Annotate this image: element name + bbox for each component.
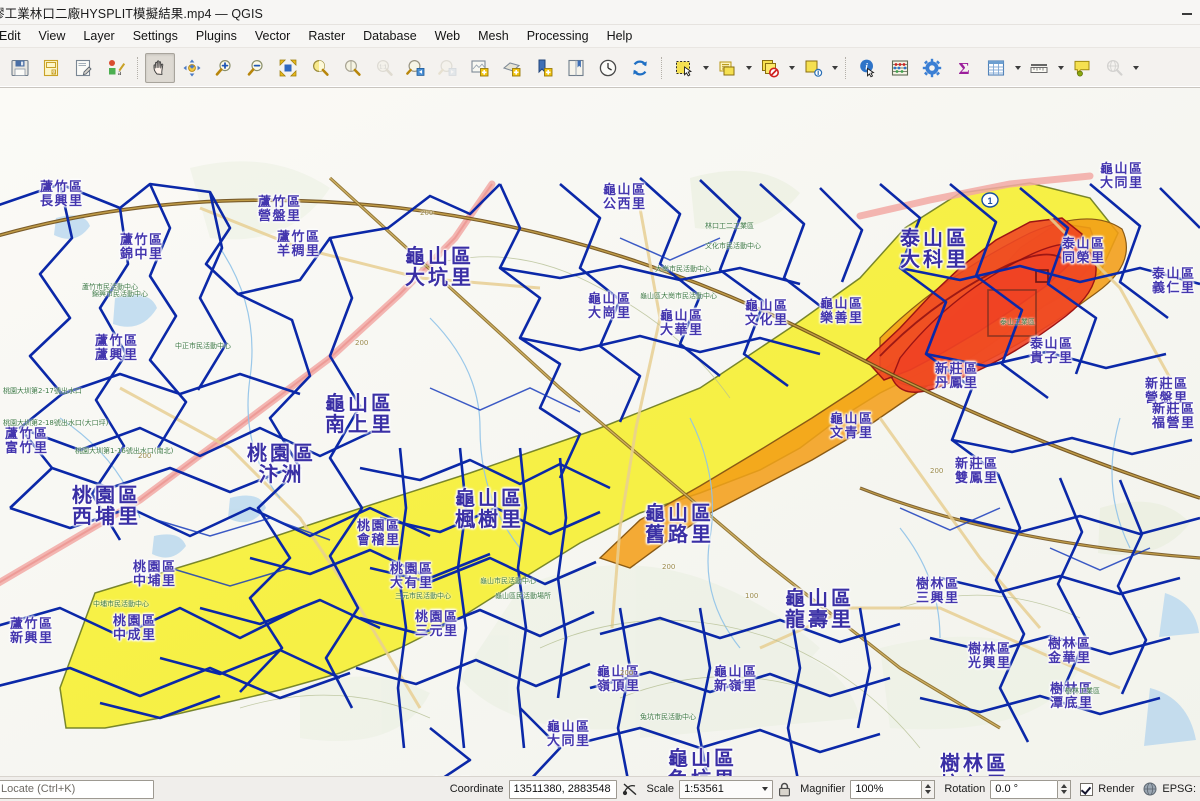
rotation-input[interactable]: 0.0 ° (990, 779, 1059, 799)
toolbar-separator (661, 56, 663, 79)
magnifier-value: 100% (855, 783, 884, 795)
scale-value: 1:53561 (684, 783, 724, 795)
coordinate-input[interactable]: 13511380, 2883548 (508, 779, 617, 799)
select-all-icon[interactable] (798, 53, 828, 83)
svg-text:1:1: 1:1 (379, 64, 387, 70)
menu-item-edit[interactable]: Edit (0, 27, 30, 46)
select-value-icon[interactable] (712, 53, 742, 83)
zoom-selection-icon[interactable] (305, 53, 335, 83)
measure-icon[interactable] (885, 53, 915, 83)
new-map-view-icon[interactable] (465, 53, 495, 83)
minimize-button[interactable] (1182, 6, 1194, 18)
magnifier-spinner[interactable] (922, 779, 936, 799)
zoom-next-icon[interactable] (433, 53, 463, 83)
menu-item-help[interactable]: Help (598, 27, 642, 46)
title-bar: 膠工業林口二廠HYSPLIT模擬結果.mp4 — QGIS (0, 0, 1200, 25)
locate-input[interactable]: Locate (Ctrl+K) (0, 779, 154, 799)
toolbar-separator (137, 56, 139, 79)
menu-item-web[interactable]: Web (426, 27, 469, 46)
qgis-application-window: 膠工業林口二廠HYSPLIT模擬結果.mp4 — QGIS Edit View La… (0, 0, 1200, 801)
options-icon[interactable] (917, 53, 947, 83)
menu-item-raster[interactable]: Raster (299, 27, 354, 46)
select-features-dropdown-arrow[interactable] (700, 54, 711, 82)
deselect-dropdown-arrow[interactable] (786, 54, 797, 82)
toggle-extents-icon[interactable] (622, 782, 638, 796)
render-checkbox[interactable] (1080, 782, 1094, 796)
window-title: 膠工業林口二廠HYSPLIT模擬結果.mp4 — QGIS (0, 6, 263, 21)
zoom-full-icon[interactable] (273, 53, 303, 83)
pan-to-selection-icon[interactable] (177, 53, 207, 83)
lock-scale-icon[interactable] (778, 782, 791, 797)
refresh-icon[interactable] (625, 53, 655, 83)
scale-label: Scale (646, 783, 675, 795)
identify-features-icon[interactable]: i (853, 53, 883, 83)
scale-group: Scale 1:53561 (646, 779, 792, 799)
rotation-spinner[interactable] (1058, 779, 1072, 799)
attribute-table-icon[interactable] (981, 53, 1011, 83)
route-shield-1: 1 (981, 192, 999, 208)
coordinate-label: Coordinate (449, 783, 504, 795)
crs-group[interactable]: EPSG: (1143, 782, 1196, 796)
window-controls (1182, 0, 1194, 24)
zoom-last-icon[interactable] (401, 53, 431, 83)
new-bookmark-icon[interactable] (529, 53, 559, 83)
zoom-out-icon[interactable] (241, 53, 271, 83)
zoom-native-icon[interactable]: 1:1 (369, 53, 399, 83)
measure-bar-icon[interactable] (1024, 53, 1054, 83)
map-tips-icon[interactable] (1067, 53, 1097, 83)
statistical-summary-icon[interactable]: Σ (949, 53, 979, 83)
svg-text:1: 1 (987, 196, 992, 206)
temporal-controller-icon[interactable] (593, 53, 623, 83)
status-bar: Locate (Ctrl+K) Coordinate 13511380, 288… (0, 776, 1200, 801)
rotation-label: Rotation (944, 783, 986, 795)
menu-item-database[interactable]: Database (354, 27, 426, 46)
chevron-down-icon[interactable] (762, 787, 769, 791)
locate-placeholder: Locate (Ctrl+K) (1, 783, 76, 795)
menu-item-vector[interactable]: Vector (246, 27, 299, 46)
map-canvas[interactable]: 1 龜山區 大坑里 龜山區 南上里 桃園區 汴洲 桃園區 西埔里 龜山區 楓樹里 龜山區 舊路里 泰山區… (0, 88, 1200, 776)
epsg-label: EPSG: (1162, 783, 1196, 795)
menu-item-mesh[interactable]: Mesh (469, 27, 518, 46)
new-3d-map-view-icon[interactable] (497, 53, 527, 83)
new-print-layout-icon[interactable] (69, 53, 99, 83)
globe-icon[interactable] (1143, 782, 1157, 796)
zoom-in-icon[interactable] (209, 53, 239, 83)
menu-item-plugins[interactable]: Plugins (187, 27, 246, 46)
show-bookmarks-icon[interactable] (561, 53, 591, 83)
coordinate-value: 13511380, 2883548 (513, 783, 611, 795)
render-label: Render (1098, 783, 1135, 795)
menu-bar: Edit View Layer Settings Plugins Vector Raster… (0, 25, 1200, 48)
attribute-table-dropdown-arrow[interactable] (1012, 54, 1023, 82)
menu-item-view[interactable]: View (30, 27, 75, 46)
metasearch-icon[interactable] (1099, 53, 1129, 83)
deselect-icon[interactable] (755, 53, 785, 83)
render-group: Render (1080, 782, 1135, 796)
magnifier-group: Magnifier 100% (800, 779, 936, 799)
metasearch-dropdown-arrow[interactable] (1130, 54, 1141, 82)
menu-item-processing[interactable]: Processing (518, 27, 598, 46)
save-project-icon[interactable] (5, 53, 35, 83)
save-project-as-icon[interactable]: w (37, 53, 67, 83)
style-manager-icon[interactable]: a (101, 53, 131, 83)
magnifier-label: Magnifier (800, 783, 846, 795)
zoom-layer-icon[interactable] (337, 53, 367, 83)
svg-text:a: a (118, 69, 122, 77)
measure-dropdown-arrow[interactable] (1055, 54, 1066, 82)
pan-map-icon[interactable] (145, 52, 175, 83)
menu-item-settings[interactable]: Settings (124, 27, 187, 46)
map-canvas-area[interactable]: 1 龜山區 大坑里 龜山區 南上里 桃園區 汴洲 桃園區 西埔里 龜山區 楓樹里 龜山區 舊路里 泰山區… (0, 88, 1200, 776)
rotation-group: Rotation 0.0 ° (944, 779, 1072, 799)
map-render: 1 (0, 88, 1200, 776)
coordinate-group: Coordinate 13511380, 2883548 (449, 779, 638, 799)
rotation-value: 0.0 ° (995, 783, 1019, 795)
scale-combobox[interactable]: 1:53561 (679, 779, 774, 799)
select-value-dropdown-arrow[interactable] (743, 54, 754, 82)
menu-item-layer[interactable]: Layer (74, 27, 123, 46)
svg-text:Σ: Σ (958, 59, 969, 78)
select-features-icon[interactable] (669, 53, 699, 83)
select-all-dropdown-arrow[interactable] (829, 54, 840, 82)
main-toolbar: w a 1:1 i Σ (0, 48, 1200, 88)
magnifier-input[interactable]: 100% (850, 779, 923, 799)
toolbar-separator (845, 56, 847, 79)
